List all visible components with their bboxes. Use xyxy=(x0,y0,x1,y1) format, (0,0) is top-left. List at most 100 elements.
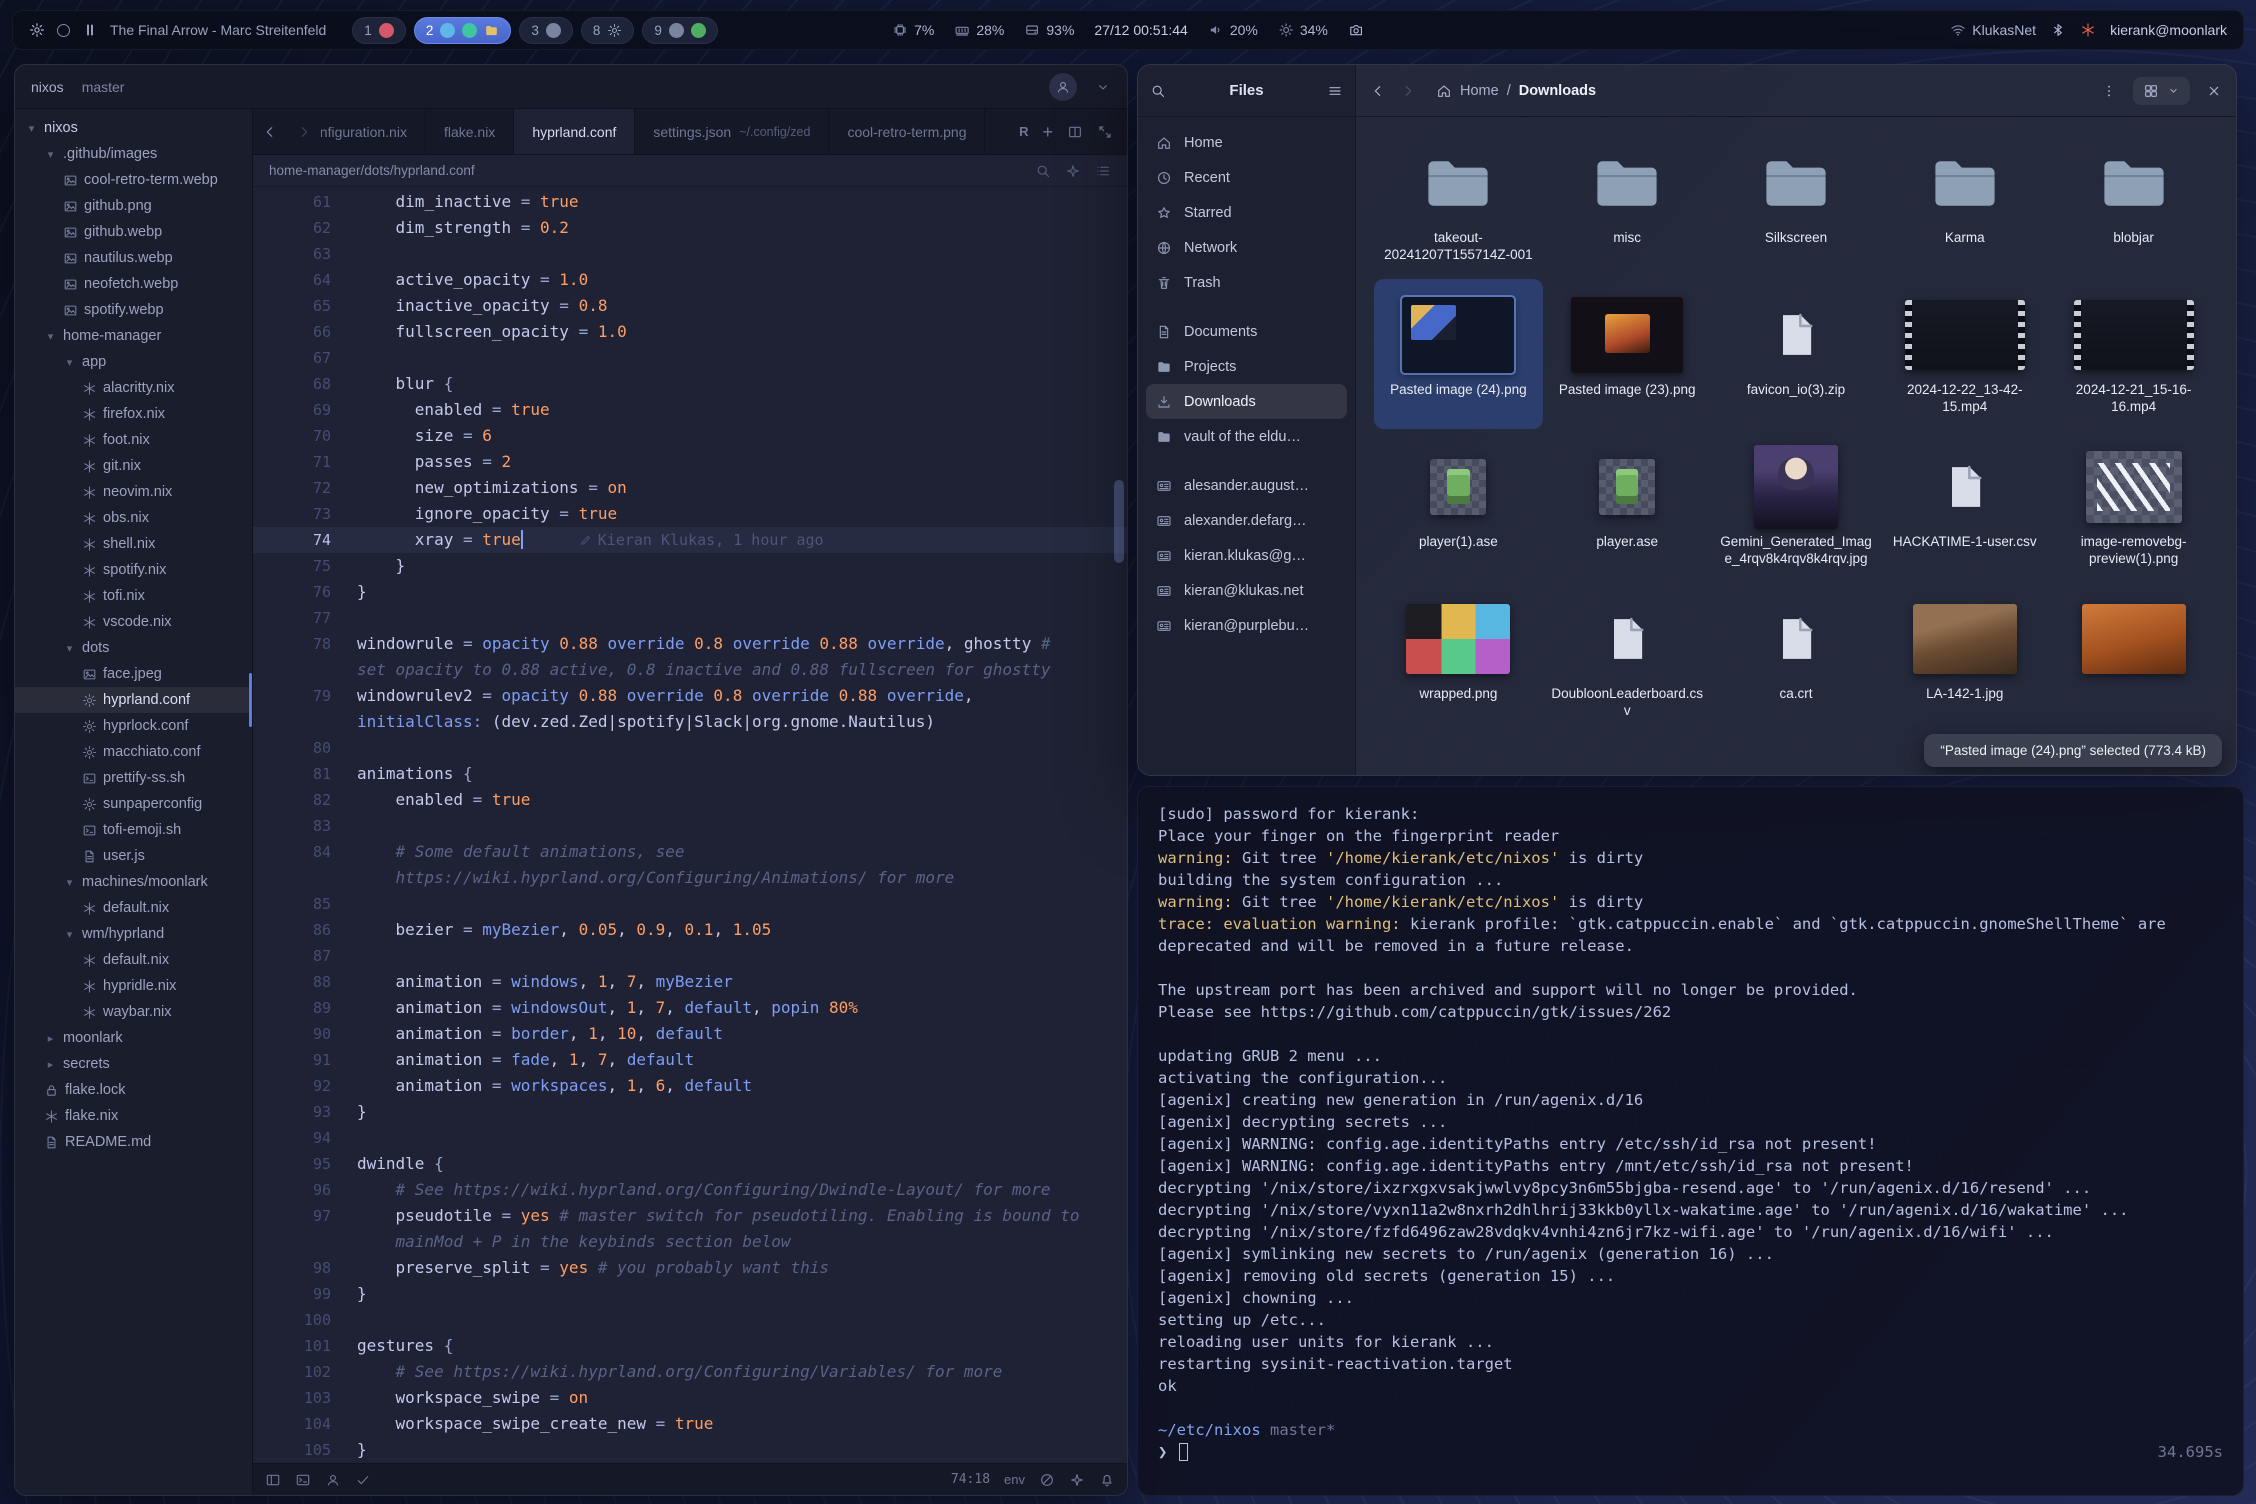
code-line[interactable]: 85 xyxy=(253,891,1127,917)
tree-item[interactable]: waybar.nix xyxy=(15,999,252,1025)
nav-forward-button[interactable] xyxy=(287,109,321,154)
file-item[interactable]: blobjar xyxy=(2049,127,2218,277)
tree-item[interactable]: user.js xyxy=(15,843,252,869)
code-line[interactable]: 74 xray = trueKieran Klukas, 1 hour ago xyxy=(253,527,1127,553)
sidebar-item-kieran-purplebu-[interactable]: kieran@purplebu… xyxy=(1146,608,1347,643)
nix-snowflake-icon[interactable] xyxy=(2080,22,2096,38)
code-line[interactable]: 91 animation = fade, 1, 7, default xyxy=(253,1047,1127,1073)
file-item[interactable]: DoubloonLeaderboard.csv xyxy=(1543,583,1712,733)
settings-icon[interactable] xyxy=(29,22,45,38)
tree-item[interactable]: ▸moonlark xyxy=(15,1025,252,1051)
tree-item[interactable]: macchiato.conf xyxy=(15,739,252,765)
kebab-menu-icon[interactable] xyxy=(2101,83,2117,99)
sidebar-item-projects[interactable]: Projects xyxy=(1146,349,1347,384)
code-line[interactable]: 66 fullscreen_opacity = 1.0 xyxy=(253,319,1127,345)
tree-item[interactable]: hyprland.conf xyxy=(15,687,252,713)
chevron-down-icon[interactable] xyxy=(1095,79,1111,95)
tree-item[interactable]: ▾.github/images xyxy=(15,141,252,167)
file-item[interactable]: player.ase xyxy=(1543,431,1712,581)
tree-item[interactable]: hyprlock.conf xyxy=(15,713,252,739)
repl-button[interactable]: R xyxy=(1019,124,1028,139)
file-item[interactable]: LA-142-1.jpg xyxy=(1880,583,2049,733)
code-line[interactable]: 72 new_optimizations = on xyxy=(253,475,1127,501)
code-line[interactable]: 98 preserve_split = yes # you probably w… xyxy=(253,1255,1127,1281)
project-button[interactable]: nixos xyxy=(31,79,64,95)
file-item[interactable]: Pasted image (24).png xyxy=(1374,279,1543,429)
code-line[interactable]: 81animations { xyxy=(253,761,1127,787)
assistant-icon[interactable] xyxy=(1065,163,1081,179)
file-item[interactable]: misc xyxy=(1543,127,1712,277)
code-line[interactable]: 97 pseudotile = yes # master switch for … xyxy=(253,1203,1127,1229)
sidebar-item-home[interactable]: Home xyxy=(1146,125,1347,160)
tree-item[interactable]: ▸secrets xyxy=(15,1051,252,1077)
code-line[interactable]: 94 xyxy=(253,1125,1127,1151)
workspace-button-9[interactable]: 9 xyxy=(642,17,718,44)
workspace-button-3[interactable]: 3 xyxy=(519,17,573,44)
tree-item[interactable]: alacritty.nix xyxy=(15,375,252,401)
path-segment-downloads[interactable]: Downloads xyxy=(1519,83,1596,99)
volume-stat[interactable]: 20% xyxy=(1208,22,1258,38)
tree-item[interactable]: default.nix xyxy=(15,947,252,973)
project-panel-toggle-icon[interactable] xyxy=(265,1472,281,1488)
tree-item[interactable]: firefox.nix xyxy=(15,401,252,427)
code-line[interactable]: 67 xyxy=(253,345,1127,371)
code-editor[interactable]: 61 dim_inactive = true62 dim_strength = … xyxy=(253,187,1127,1463)
code-line[interactable]: 84 # Some default animations, see xyxy=(253,839,1127,865)
code-line[interactable]: mainMod + P in the keybinds section belo… xyxy=(253,1229,1127,1255)
tree-item[interactable]: tofi.nix xyxy=(15,583,252,609)
code-line[interactable]: 90 animation = border, 1, 10, default xyxy=(253,1021,1127,1047)
tree-item[interactable]: shell.nix xyxy=(15,531,252,557)
file-item[interactable]: wrapped.png xyxy=(1374,583,1543,733)
view-toggle[interactable] xyxy=(2133,77,2190,105)
avatar[interactable] xyxy=(1049,73,1077,101)
tree-item[interactable]: github.png xyxy=(15,193,252,219)
editor-scrollbar[interactable] xyxy=(1114,480,1124,563)
tree-item[interactable]: github.webp xyxy=(15,219,252,245)
tree-item[interactable]: ▾wm/hyprland xyxy=(15,921,252,947)
outline-icon[interactable] xyxy=(1095,163,1111,179)
tree-item[interactable]: spotify.webp xyxy=(15,297,252,323)
code-line[interactable]: 101gestures { xyxy=(253,1333,1127,1359)
code-line[interactable]: 78windowrule = opacity 0.88 override 0.8… xyxy=(253,631,1127,657)
code-line[interactable]: 86 bezier = myBezier, 0.05, 0.9, 0.1, 1.… xyxy=(253,917,1127,943)
sidebar-item-downloads[interactable]: Downloads xyxy=(1146,384,1347,419)
new-tab-button[interactable]: + xyxy=(1042,123,1053,141)
tree-item[interactable]: ▾machines/moonlark xyxy=(15,869,252,895)
code-line[interactable]: 61 dim_inactive = true xyxy=(253,189,1127,215)
code-line[interactable]: https://wiki.hyprland.org/Configuring/An… xyxy=(253,865,1127,891)
code-line[interactable]: 75 } xyxy=(253,553,1127,579)
code-line[interactable]: initialClass: (dev.zed.Zed|spotify|Slack… xyxy=(253,709,1127,735)
file-item[interactable]: 2024-12-22_13-42-15.mp4 xyxy=(1880,279,2049,429)
tree-item[interactable]: tofi-emoji.sh xyxy=(15,817,252,843)
code-line[interactable]: 104 workspace_swipe_create_new = true xyxy=(253,1411,1127,1437)
tree-item[interactable]: default.nix xyxy=(15,895,252,921)
sidebar-item-kieran-klukas-net[interactable]: kieran@klukas.net xyxy=(1146,573,1347,608)
workspace-button-8[interactable]: 8 xyxy=(581,17,635,44)
code-line[interactable]: 89 animation = windowsOut, 1, 7, default… xyxy=(253,995,1127,1021)
code-line[interactable]: 88 animation = windows, 1, 7, myBezier xyxy=(253,969,1127,995)
tree-item[interactable]: flake.nix xyxy=(15,1103,252,1129)
file-item[interactable]: Pasted image (23).png xyxy=(1543,279,1712,429)
code-line[interactable]: 79windowrulev2 = opacity 0.88 override 0… xyxy=(253,683,1127,709)
workspace-button-2[interactable]: 2 xyxy=(414,17,512,44)
tree-item[interactable]: cool-retro-term.webp xyxy=(15,167,252,193)
code-line[interactable]: 77 xyxy=(253,605,1127,631)
code-line[interactable]: 69 enabled = true xyxy=(253,397,1127,423)
file-item[interactable]: favicon_io(3).zip xyxy=(1712,279,1881,429)
code-line[interactable]: 80 xyxy=(253,735,1127,761)
network-indicator[interactable]: KlukasNet xyxy=(1950,22,2036,38)
sidebar-item-kieran-klukas-g-[interactable]: kieran.klukas@g… xyxy=(1146,538,1347,573)
tree-item[interactable]: spotify.nix xyxy=(15,557,252,583)
tree-item[interactable]: neovim.nix xyxy=(15,479,252,505)
code-line[interactable]: 73 ignore_opacity = true xyxy=(253,501,1127,527)
tree-item[interactable]: README.md xyxy=(15,1129,252,1155)
tree-item[interactable]: neofetch.webp xyxy=(15,271,252,297)
breadcrumb[interactable]: home-manager/dots/hyprland.conf xyxy=(269,163,475,178)
pause-icon[interactable] xyxy=(82,22,98,38)
screenshot-icon[interactable] xyxy=(1348,22,1364,38)
tree-item[interactable]: ▾nixos xyxy=(15,115,252,141)
tree-item[interactable]: ▾app xyxy=(15,349,252,375)
tree-item[interactable]: obs.nix xyxy=(15,505,252,531)
tree-item[interactable]: git.nix xyxy=(15,453,252,479)
nav-back-button[interactable] xyxy=(253,109,287,154)
